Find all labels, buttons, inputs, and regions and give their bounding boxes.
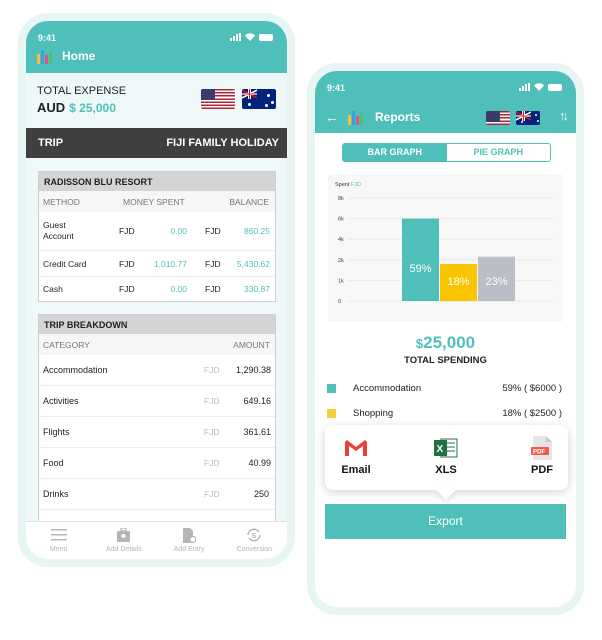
sort-swap-icon[interactable]: ↑↓ <box>559 108 569 123</box>
table-row[interactable]: Drinks FJD 250 <box>39 479 275 510</box>
signal-icon <box>519 83 530 91</box>
legend-swatch <box>327 409 336 418</box>
us-flag-icon[interactable] <box>201 89 235 109</box>
home-screen: 9:41 Home TOTAL EXPENSE AUD $ 25,000 TRIP… <box>26 21 287 559</box>
trip-header[interactable]: TRIP FIJI FAMILY HOLIDAY <box>26 128 287 158</box>
y-axis-label: Spent FJD <box>335 182 361 188</box>
svg-text:PDF: PDF <box>533 450 545 456</box>
trip-name: FIJI FAMILY HOLIDAY <box>166 137 279 149</box>
export-button[interactable]: Export <box>325 504 566 539</box>
menu-icon <box>26 527 91 543</box>
resort-column-headers: METHOD MONEY SPENT BALANCE <box>39 191 275 212</box>
bar-chart-card: Spent FJD 0 1k 2k 4k 6k 8k 59% 18% 23% <box>328 174 563 322</box>
wifi-icon <box>534 83 544 91</box>
briefcase-icon <box>91 527 156 543</box>
australia-flag-icon[interactable] <box>242 89 276 109</box>
export-xls-option[interactable]: X XLS <box>421 436 471 476</box>
bar-data-label: 18% <box>447 276 469 288</box>
breakdown-column-headers: CATEGORY AMOUNT <box>39 334 275 355</box>
signal-icon <box>230 33 241 41</box>
graph-type-toggle: BAR GRAPH PIE GRAPH <box>342 143 551 162</box>
export-email-option[interactable]: Email <box>331 436 381 476</box>
table-row[interactable]: Accommodation FJD 1,290.38 <box>39 355 275 386</box>
tab-menu[interactable]: Menu <box>26 522 91 559</box>
bar-accommodation <box>402 218 439 301</box>
y-tick-label: 2k <box>338 258 344 264</box>
export-options-popup: Email X XLS PDF PDF <box>325 425 568 490</box>
total-spending-amount: $25,000 <box>415 333 476 352</box>
status-bar: 9:41 <box>327 83 562 95</box>
y-tick-label: 8k <box>338 196 344 202</box>
bar-chart: Spent FJD 0 1k 2k 4k 6k 8k 59% 18% 23% <box>335 182 553 305</box>
app-logo-icon <box>36 48 52 64</box>
tab-conversion[interactable]: S Conversion <box>222 522 287 559</box>
battery-icon <box>548 83 562 91</box>
total-spending-label: TOTAL SPENDING <box>404 355 487 366</box>
document-add-icon <box>157 527 222 543</box>
currency-conversion-icon: S <box>222 527 287 543</box>
svg-text:S: S <box>252 533 257 540</box>
legend-swatch <box>327 384 336 393</box>
bar-data-label: 23% <box>485 276 507 288</box>
tab-bar-graph[interactable]: BAR GRAPH <box>343 144 447 161</box>
page-title: Reports <box>375 110 421 124</box>
resort-title: RADISSON BLU RESORT <box>39 172 275 191</box>
trip-breakdown-title: TRIP BREAKDOWN <box>39 315 275 334</box>
table-row[interactable]: Guest Account FJD 0.00 FJD 860.25 <box>39 212 275 251</box>
tab-add-entry[interactable]: Add Entry <box>157 522 222 559</box>
page-title: Home <box>62 49 96 63</box>
table-row[interactable]: Flights FJD 361.61 <box>39 417 275 448</box>
table-row[interactable]: Activities FJD 649.16 <box>39 386 275 417</box>
tab-add-details[interactable]: Add Details <box>91 522 156 559</box>
table-row[interactable]: Credit Card FJD 1,010.77 FJD 5,430.62 <box>39 251 275 277</box>
y-tick-label: 6k <box>338 217 344 223</box>
battery-icon <box>259 33 273 41</box>
reports-screen: 9:41 ← Reports ↑↓ BAR GRAPH PIE GRAPH Sp… <box>315 71 576 607</box>
status-time: 9:41 <box>327 83 346 93</box>
australia-flag-icon[interactable] <box>516 111 540 125</box>
total-expense-label: TOTAL EXPENSE <box>37 85 127 97</box>
y-tick-label: 1k <box>338 278 344 284</box>
status-time: 9:41 <box>38 33 57 43</box>
home-app-bar: 9:41 Home <box>26 21 287 73</box>
table-row[interactable]: Cash FJD 0.00 FJD 330.87 <box>39 277 275 301</box>
back-arrow-icon[interactable]: ← <box>325 110 339 124</box>
y-tick-label: 0 <box>338 299 341 305</box>
us-flag-icon[interactable] <box>486 111 510 125</box>
app-logo-icon <box>347 109 363 125</box>
table-row[interactable]: Food FJD 40.99 <box>39 448 275 479</box>
svg-text:X: X <box>437 444 444 455</box>
wifi-icon <box>245 33 255 41</box>
bottom-tab-bar: Menu Add Details Add Entry S Conversion <box>26 521 287 559</box>
total-expense-amount: AUD $ 25,000 <box>37 100 116 115</box>
trip-breakdown-card: TRIP BREAKDOWN CATEGORY AMOUNT Accommoda… <box>38 314 276 534</box>
export-pdf-option[interactable]: PDF PDF <box>517 436 567 476</box>
trip-label: TRIP <box>38 137 64 149</box>
status-bar: 9:41 <box>38 33 273 45</box>
total-expense-summary: TOTAL EXPENSE AUD $ 25,000 <box>26 73 287 128</box>
gmail-icon <box>331 436 381 460</box>
tab-pie-graph[interactable]: PIE GRAPH <box>446 144 550 161</box>
resort-card: RADISSON BLU RESORT METHOD MONEY SPENT B… <box>38 171 276 302</box>
reports-app-bar: 9:41 ← Reports ↑↓ <box>315 71 576 133</box>
bar-data-label: 59% <box>409 263 431 275</box>
pdf-icon: PDF <box>517 436 567 460</box>
y-tick-label: 4k <box>338 237 344 243</box>
excel-icon: X <box>421 436 471 460</box>
